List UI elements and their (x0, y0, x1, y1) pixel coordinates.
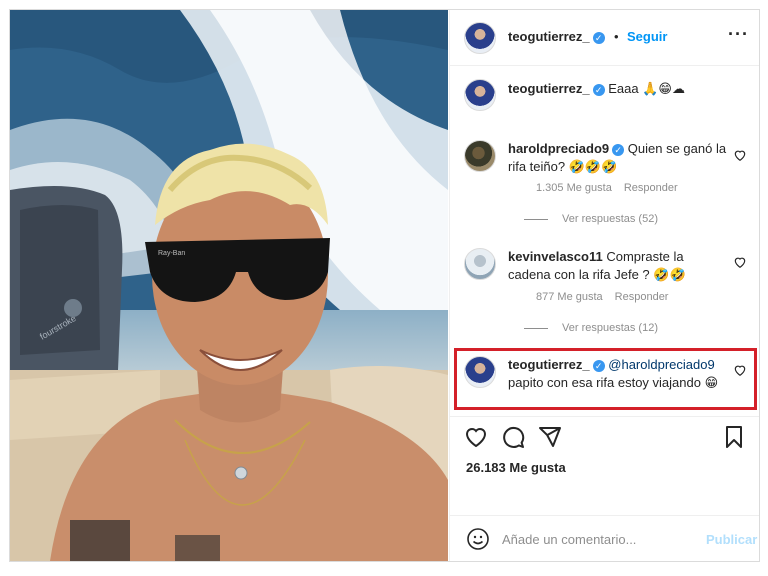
author-avatar[interactable] (464, 22, 496, 54)
comment-kevinvelasco11: kevinvelasco11 Compraste la cadena con l… (508, 248, 728, 284)
action-bar (450, 416, 759, 457)
emoji-icon[interactable] (466, 527, 490, 551)
replies-line (524, 218, 548, 220)
header-separator: • (614, 29, 619, 44)
comment-likes[interactable]: 1.305 Me gusta (536, 182, 612, 194)
post-header: teogutierrez_ ✓ • Seguir ··· (450, 10, 759, 66)
instagram-post-window: fourstroke Ray-Ban teogutierrez_ ✓ • Seg… (9, 9, 760, 562)
replies-line (524, 327, 548, 329)
verified-icon: ✓ (592, 32, 605, 44)
author-username-text[interactable]: teogutierrez_ (508, 29, 590, 44)
view-replies-text[interactable]: Ver respuestas (52) (562, 213, 658, 225)
view-replies-button[interactable]: Ver respuestas (52) (524, 213, 658, 225)
view-replies-button[interactable]: Ver respuestas (12) (524, 322, 658, 334)
comment-meta: 877 Me gusta Responder (536, 291, 680, 303)
verified-icon: ✓ (592, 360, 605, 372)
reply-text: papito con esa rifa estoy viajando 😁 (508, 375, 719, 390)
svg-text:Ray-Ban: Ray-Ban (158, 250, 185, 257)
selfie-illustration: fourstroke Ray-Ban (10, 10, 448, 561)
add-comment-bar: Añade un comentario... Publicar (450, 515, 759, 561)
follow-button[interactable]: Seguir (627, 29, 667, 44)
publish-button[interactable]: Publicar (706, 532, 757, 547)
heart-icon[interactable] (733, 148, 747, 162)
comment-avatar-kevinvelasco11[interactable] (464, 248, 496, 280)
share-icon[interactable] (538, 425, 562, 449)
post-details-panel: teogutierrez_ ✓ • Seguir ··· teogutierrez… (449, 10, 759, 561)
view-replies-text[interactable]: Ver respuestas (12) (562, 322, 658, 334)
verified-icon: ✓ (592, 84, 605, 96)
comment-username[interactable]: kevinvelasco11 (508, 249, 603, 264)
comment-haroldpreciado9: haroldpreciado9 ✓ Quien se ganó la rifa t… (508, 140, 728, 176)
caption-avatar[interactable] (464, 79, 496, 111)
reply-mention[interactable]: @haroldpreciado9 (608, 357, 714, 372)
heart-icon[interactable] (733, 255, 747, 269)
comment-username[interactable]: haroldpreciado9 (508, 141, 609, 156)
post-photo[interactable]: fourstroke Ray-Ban (10, 10, 448, 561)
comment-meta: 1.305 Me gusta Responder (536, 182, 690, 194)
comment-input[interactable]: Añade un comentario... (502, 532, 636, 547)
reply-avatar[interactable] (464, 356, 496, 388)
caption-username[interactable]: teogutierrez_ (508, 81, 590, 96)
bookmark-icon[interactable] (722, 425, 746, 449)
likes-count[interactable]: 26.183 Me gusta (466, 460, 566, 475)
reply-username[interactable]: teogutierrez_ (508, 357, 590, 372)
reply-teogutierrez: teogutierrez_ ✓ @haroldpreciado9 papito c… (508, 356, 728, 392)
verified-icon: ✓ (612, 144, 625, 156)
comment-likes[interactable]: 877 Me gusta (536, 291, 603, 303)
reply-button[interactable]: Responder (624, 182, 678, 194)
comment-avatar-haroldpreciado9[interactable] (464, 140, 496, 172)
author-username[interactable]: teogutierrez_ ✓ (508, 29, 605, 44)
reply-button[interactable]: Responder (615, 291, 669, 303)
caption-text: Eaaa 🙏😁☁ (608, 81, 685, 96)
comment-icon[interactable] (501, 425, 525, 449)
caption: teogutierrez_ ✓ Eaaa 🙏😁☁ (508, 80, 738, 98)
heart-icon[interactable] (733, 363, 747, 377)
more-icon[interactable]: ··· (728, 24, 749, 45)
heart-icon[interactable] (464, 425, 488, 449)
